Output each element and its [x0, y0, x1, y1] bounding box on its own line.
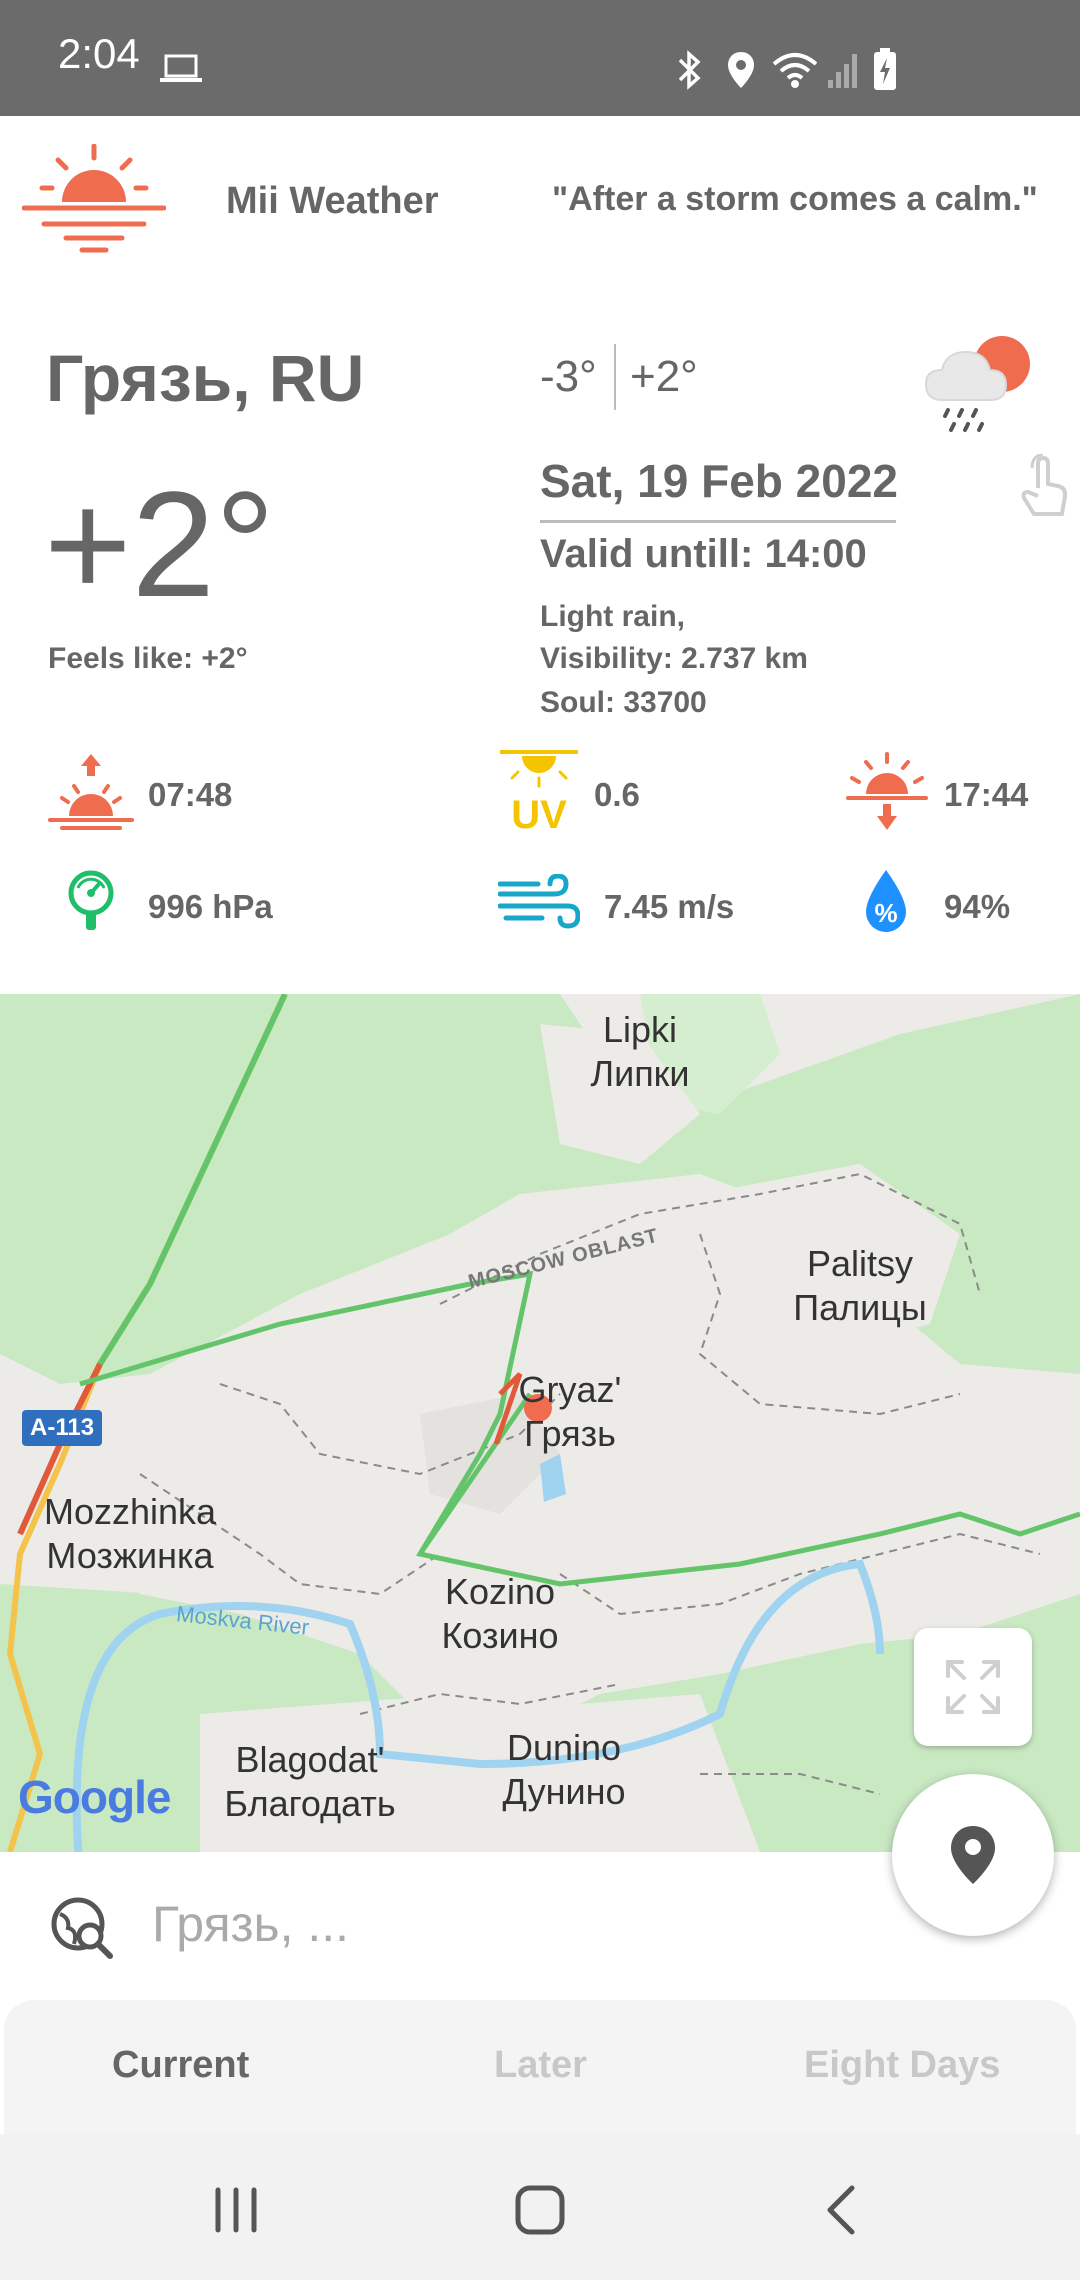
google-logo: Google: [18, 1771, 171, 1823]
valid-until: Valid untill: 14:00: [540, 532, 867, 576]
sunset-logo-icon: [22, 144, 166, 253]
temp-min: -3°: [540, 352, 597, 401]
pressure-gauge-icon: [68, 870, 114, 930]
visibility: Visibility: 2.737 km: [540, 642, 808, 675]
map-label-mozzhinka: Mozzhinka Мозжинка: [43, 1491, 217, 1576]
bluetooth-icon: [678, 50, 701, 90]
status-time: 2:04: [58, 30, 140, 77]
battery-charging-icon: [874, 48, 896, 90]
road-badge: A-113: [22, 1410, 103, 1446]
map-label-lipki: Lipki Липки: [590, 1009, 690, 1094]
home-icon[interactable]: [514, 2184, 566, 2236]
globe-search-icon: [51, 1897, 113, 1959]
app-title: Mii Weather: [226, 180, 439, 222]
recents-icon[interactable]: [212, 2186, 260, 2234]
sunrise-time: 07:48: [148, 776, 233, 813]
map-pin-icon: [951, 1826, 995, 1884]
weather-quote: "After a storm comes a calm.": [552, 180, 1038, 218]
tab-later[interactable]: Later: [494, 2044, 587, 2087]
wind-speed: 7.45 m/s: [604, 888, 735, 925]
status-bar: 2:04: [0, 0, 1080, 116]
sunset-time: 17:44: [944, 776, 1029, 813]
touch-hand-icon[interactable]: [1018, 454, 1070, 520]
sunset-icon: [846, 752, 928, 830]
humidity-value: 94%: [944, 888, 1011, 925]
svg-text:%: %: [874, 898, 897, 928]
location-status-icon: [728, 52, 754, 88]
city-search-input[interactable]: [150, 1888, 854, 1960]
weather-description: Light rain,: [540, 600, 685, 633]
map-label-dunino: Dunino Дунино: [502, 1727, 626, 1812]
laptop-icon: [160, 54, 202, 82]
tab-eight-days[interactable]: Eight Days: [804, 2044, 1000, 2087]
fullscreen-icon: [946, 1660, 1000, 1714]
fullscreen-button[interactable]: [914, 1628, 1032, 1746]
map-label-blagodat: Blagodat' Благодать: [224, 1739, 396, 1824]
signal-icon: [828, 54, 857, 88]
wifi-icon: [772, 53, 818, 88]
forecast-date: Sat, 19 Feb 2022: [540, 455, 898, 507]
sunrise-icon: [48, 754, 134, 830]
app-header: Mii Weather "After a storm comes a calm.…: [0, 116, 1080, 286]
current-temperature: +2°: [44, 460, 276, 628]
temp-max: +2°: [630, 352, 698, 401]
map-label-palitsy: Palitsy Палицы: [793, 1243, 927, 1328]
forecast-tabs: Current Later Eight Days: [4, 2000, 1076, 2134]
map-label-kozino: Kozino Козино: [441, 1571, 559, 1656]
system-nav-bar: [0, 2134, 1080, 2280]
humidity-icon: %: [866, 870, 906, 932]
map-label-gryaz: Gryaz' Грязь: [518, 1369, 622, 1454]
tab-current[interactable]: Current: [112, 2044, 249, 2087]
feels-like: Feels like: +2°: [48, 642, 248, 675]
soul: Soul: 33700: [540, 686, 707, 719]
date-divider: [540, 520, 896, 523]
back-icon[interactable]: [822, 2184, 858, 2236]
svg-text:UV: UV: [511, 793, 567, 832]
my-location-button[interactable]: [892, 1774, 1054, 1936]
pressure-value: 996 hPa: [148, 888, 273, 925]
rain-cloud-sun-icon: [924, 336, 1030, 432]
uv-index-value: 0.6: [594, 776, 640, 813]
wind-icon: [498, 874, 580, 929]
city-name: Грязь, RU: [46, 341, 365, 415]
temp-divider: [614, 344, 616, 410]
uv-index-icon: UV: [500, 750, 578, 832]
